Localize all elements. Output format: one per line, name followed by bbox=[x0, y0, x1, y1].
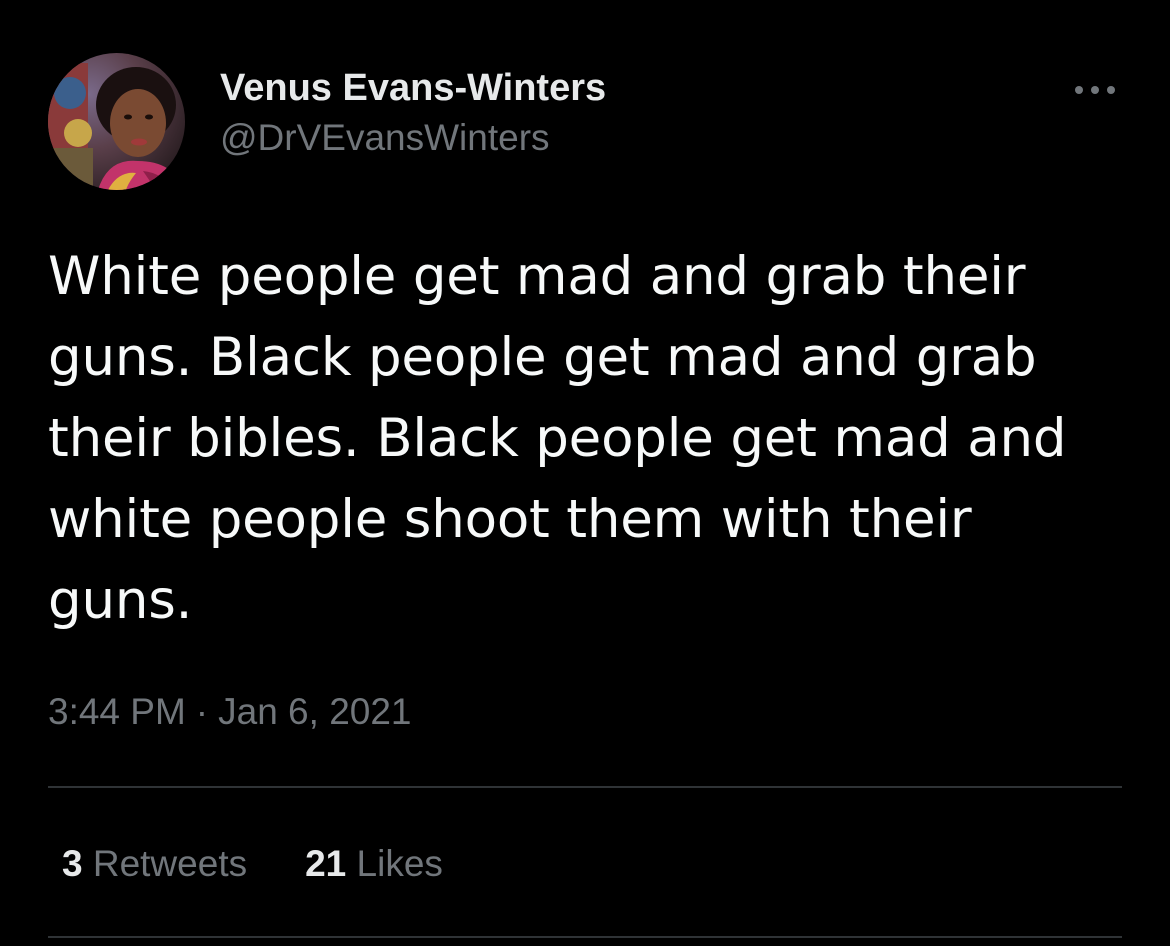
retweets-label: Retweets bbox=[92, 843, 248, 884]
profile-photo-icon bbox=[48, 53, 185, 190]
tweet-time: 3:44 PM bbox=[48, 691, 186, 732]
author-info: Venus Evans-Winters @DrVEvansWinters bbox=[220, 64, 606, 162]
author-display-name[interactable]: Venus Evans-Winters bbox=[220, 64, 606, 112]
likes-count: 21 bbox=[305, 843, 347, 884]
tweet-detail: Venus Evans-Winters @DrVEvansWinters Whi… bbox=[0, 0, 1170, 946]
more-horizontal-icon bbox=[1075, 86, 1115, 94]
author-handle[interactable]: @DrVEvansWinters bbox=[220, 114, 606, 162]
meta-separator: · bbox=[195, 691, 209, 732]
avatar[interactable] bbox=[48, 53, 185, 190]
more-options-button[interactable] bbox=[1070, 72, 1120, 108]
tweet-stats: 3 Retweets 21 Likes bbox=[62, 842, 443, 886]
tweet-text: White people get mad and grab their guns… bbox=[48, 246, 1067, 631]
retweets-count: 3 bbox=[62, 843, 83, 884]
tweet-timestamp[interactable]: 3:44 PM · Jan 6, 2021 bbox=[48, 690, 412, 734]
tweet-date: Jan 6, 2021 bbox=[218, 691, 412, 732]
divider bbox=[48, 936, 1122, 938]
likes-label: Likes bbox=[356, 843, 443, 884]
divider bbox=[48, 786, 1122, 788]
retweets-stat[interactable]: 3 Retweets bbox=[62, 842, 247, 886]
likes-stat[interactable]: 21 Likes bbox=[305, 842, 443, 886]
